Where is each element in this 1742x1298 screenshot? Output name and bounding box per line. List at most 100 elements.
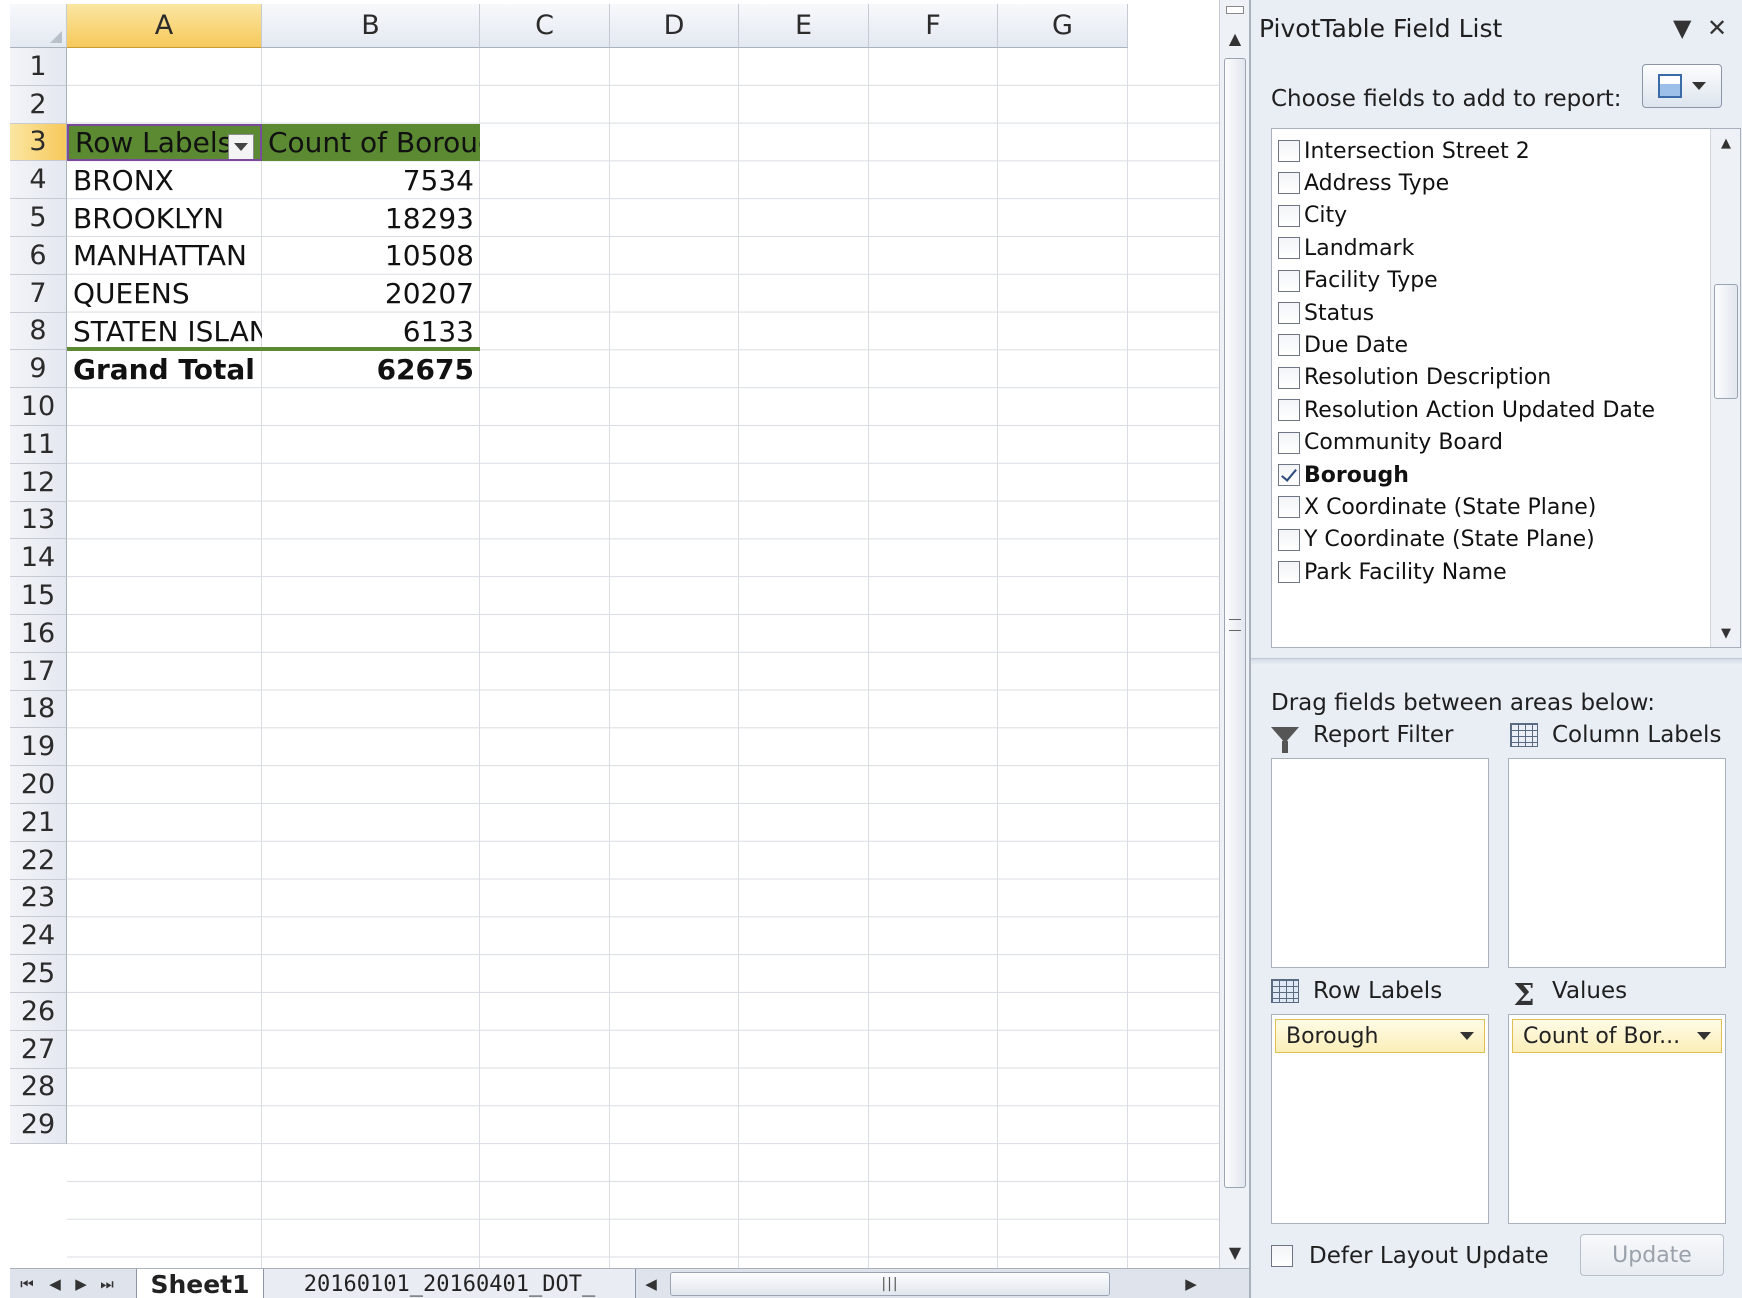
sheet-tab-data[interactable]: 20160101_20160401_DOT_ [264,1269,636,1298]
chevron-down-icon[interactable] [1460,1032,1474,1040]
horizontal-scrollbar-thumb[interactable]: ||| [670,1272,1110,1296]
first-sheet-icon[interactable]: ⏮ [16,1273,38,1295]
pivot-row-label[interactable]: BROOKLYN [67,199,262,237]
field-item[interactable]: Landmark [1278,230,1414,266]
field-item[interactable]: Community Board [1278,425,1503,461]
pivot-row-label[interactable]: MANHATTAN [67,237,262,275]
row-header-2[interactable]: 2 [10,85,67,124]
field-list-scrollbar[interactable]: ▲ ▼ [1710,129,1740,647]
row-header-8[interactable]: 8 [10,312,67,351]
row-header-24[interactable]: 24 [10,917,67,956]
field-checkbox[interactable] [1278,561,1300,584]
field-item[interactable]: City [1278,198,1347,234]
field-checkbox[interactable] [1278,302,1300,324]
pivot-row-labels-header[interactable]: Row Labels [67,123,262,162]
scroll-up-icon[interactable]: ▲ [1711,131,1740,155]
row-header-21[interactable]: 21 [10,804,67,842]
column-labels-area[interactable] [1508,758,1726,968]
pivot-row-value[interactable]: 20207 [262,275,480,313]
scroll-down-icon[interactable]: ▼ [1220,1238,1250,1266]
row-header-7[interactable]: 7 [10,274,67,313]
row-header-20[interactable]: 20 [10,766,67,804]
row-header-29[interactable]: 29 [10,1106,67,1145]
value-field-chip-count[interactable]: Count of Bor... [1512,1019,1722,1053]
field-item[interactable]: Status [1278,295,1374,331]
field-checkbox[interactable] [1278,528,1300,551]
row-header-13[interactable]: 13 [10,501,67,540]
row-header-26[interactable]: 26 [10,993,67,1031]
layout-options-button[interactable] [1642,64,1722,108]
row-header-18[interactable]: 18 [10,690,67,729]
row-header-28[interactable]: 28 [10,1068,67,1107]
grand-total-label[interactable]: Grand Total [67,350,262,388]
pivot-row-label[interactable]: BRONX [67,161,262,199]
grand-total-value[interactable]: 62675 [262,350,480,388]
pane-options-icon[interactable]: ▼ [1673,14,1691,42]
pivot-values-header[interactable]: Count of Borough [262,123,480,162]
row-header-5[interactable]: 5 [10,199,67,237]
row-header-4[interactable]: 4 [10,161,67,200]
row-labels-area[interactable]: Borough [1271,1014,1489,1224]
column-header-g[interactable]: G [998,4,1128,48]
prev-sheet-icon[interactable]: ◀ [44,1273,66,1295]
row-header-14[interactable]: 14 [10,539,67,578]
field-checkbox[interactable] [1278,366,1300,389]
filter-dropdown-icon[interactable] [228,133,254,160]
row-header-22[interactable]: 22 [10,841,67,880]
sheet-tab-sheet1[interactable]: Sheet1 [136,1269,264,1298]
split-handle[interactable] [1226,6,1244,14]
column-header-c[interactable]: C [480,4,610,48]
field-item[interactable]: Y Coordinate (State Plane) [1278,522,1595,558]
row-header-3[interactable]: 3 [10,123,67,162]
field-item[interactable]: Address Type [1278,165,1449,201]
field-item[interactable]: X Coordinate (State Plane) [1278,489,1596,525]
row-header-25[interactable]: 25 [10,955,67,993]
pane-splitter[interactable] [1251,658,1742,666]
row-header-15[interactable]: 15 [10,577,67,615]
column-header-b[interactable]: B [262,4,480,48]
row-field-chip-borough[interactable]: Borough [1275,1019,1485,1053]
values-area[interactable]: Count of Bor... [1508,1014,1726,1224]
field-checkbox[interactable] [1278,464,1300,486]
row-header-23[interactable]: 23 [10,879,67,918]
row-header-16[interactable]: 16 [10,615,67,653]
field-item[interactable]: Resolution Action Updated Date [1278,392,1655,428]
column-header-f[interactable]: F [869,4,998,48]
field-checkbox[interactable] [1278,334,1300,357]
field-item[interactable]: Intersection Street 2 [1278,133,1530,169]
pivot-row-label[interactable]: STATEN ISLAND [67,313,262,351]
next-sheet-icon[interactable]: ▶ [70,1273,92,1295]
field-checkbox[interactable] [1278,431,1300,454]
pivot-row-value[interactable]: 7534 [262,161,480,199]
scrollbar-thumb[interactable] [1714,284,1738,399]
pivot-row-value[interactable]: 10508 [262,237,480,275]
scroll-down-icon[interactable]: ▼ [1711,621,1740,645]
row-header-11[interactable]: 11 [10,426,67,464]
last-sheet-icon[interactable]: ⏭ [96,1273,118,1295]
scroll-up-icon[interactable]: ▲ [1220,24,1250,52]
defer-layout-checkbox[interactable] [1271,1245,1293,1267]
field-item[interactable]: Resolution Description [1278,360,1551,396]
field-checkbox[interactable] [1278,399,1300,422]
row-header-6[interactable]: 6 [10,237,67,275]
row-header-9[interactable]: 9 [10,350,67,389]
column-header-d[interactable]: D [610,4,739,48]
row-header-19[interactable]: 19 [10,728,67,767]
field-item[interactable]: Park Facility Name [1278,554,1507,590]
pivot-row-value[interactable]: 18293 [262,199,480,237]
field-checkbox[interactable] [1278,204,1300,227]
field-checkbox[interactable] [1278,172,1300,195]
field-checkbox[interactable] [1278,140,1300,162]
field-item[interactable]: Facility Type [1278,263,1438,299]
column-header-a[interactable]: A [67,4,262,48]
row-header-10[interactable]: 10 [10,388,67,426]
chevron-down-icon[interactable] [1697,1032,1711,1040]
column-header-e[interactable]: E [739,4,869,48]
sheet-vertical-scrollbar[interactable]: ▲ ▼ [1219,0,1249,1268]
field-checkbox[interactable] [1278,496,1300,519]
hscroll-right-icon[interactable]: ▶ [1180,1273,1202,1295]
pivot-row-value[interactable]: 6133 [262,313,480,351]
row-header-27[interactable]: 27 [10,1030,67,1069]
report-filter-area[interactable] [1271,758,1489,968]
field-item[interactable]: Due Date [1278,327,1408,363]
